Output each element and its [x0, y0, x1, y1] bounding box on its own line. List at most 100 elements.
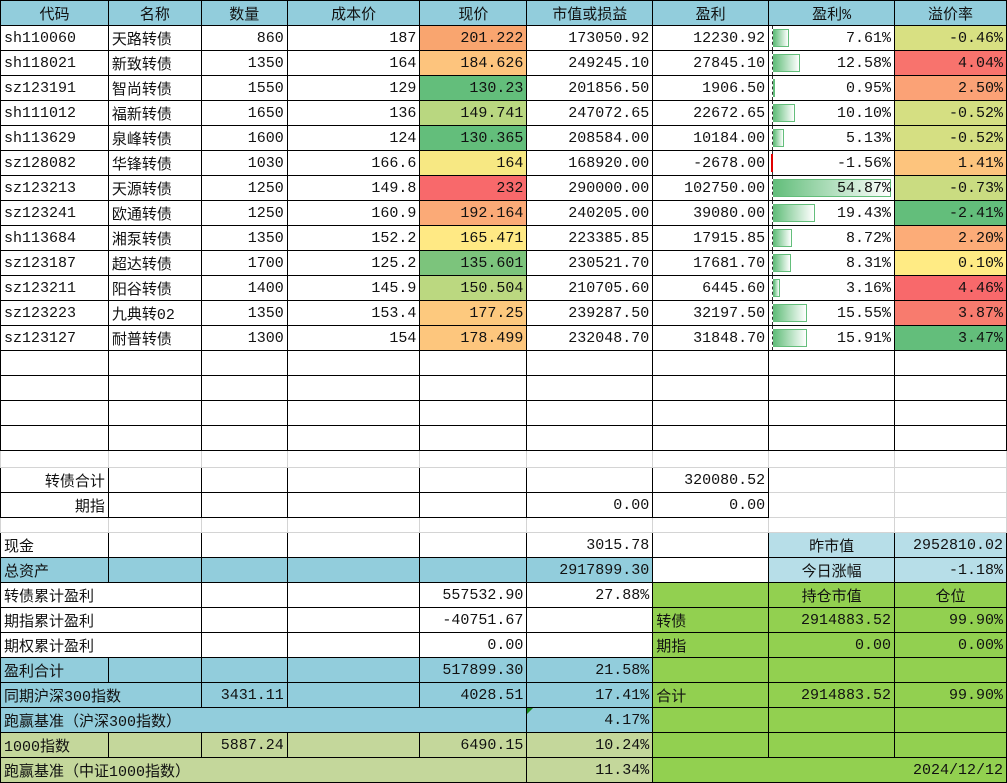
cost-price[interactable]: 129 [286, 75, 421, 101]
empty-cell[interactable] [652, 532, 770, 558]
column-header[interactable]: 数量 [200, 0, 288, 26]
current-price[interactable]: 164 [419, 150, 528, 176]
profit-pct[interactable]: 5.13% [768, 125, 896, 151]
premium-rate[interactable]: 0.10% [894, 250, 1007, 276]
total-assets-label[interactable]: 总资产 [0, 557, 109, 583]
current-price[interactable]: 201.222 [419, 25, 528, 51]
cost-price[interactable]: 154 [286, 325, 421, 351]
premium-rate[interactable]: -0.52% [894, 100, 1007, 126]
cell[interactable] [652, 657, 770, 683]
cell[interactable] [768, 657, 896, 683]
cell[interactable] [894, 707, 1007, 733]
empty-cell[interactable] [0, 450, 109, 468]
bond-code[interactable]: sz123223 [0, 300, 109, 326]
bond-code[interactable]: sz123213 [0, 175, 109, 201]
beat-csi1000-label[interactable]: 跑赢基准（中证1000指数） [0, 757, 528, 783]
empty-cell[interactable] [107, 350, 202, 376]
beat-hs300-label[interactable]: 跑赢基准（沪深300指数） [0, 707, 528, 733]
empty-cell[interactable] [107, 492, 202, 518]
empty-cell[interactable] [286, 450, 421, 468]
cost-price[interactable]: 166.6 [286, 150, 421, 176]
cost-price[interactable]: 187 [286, 25, 421, 51]
bond-name[interactable]: 天源转债 [107, 175, 202, 201]
market-value[interactable]: 290000.00 [526, 175, 654, 201]
cost-price[interactable]: 164 [286, 50, 421, 76]
bond-total-label[interactable]: 转债合计 [0, 467, 109, 493]
market-value[interactable]: 249245.10 [526, 50, 654, 76]
empty-cell[interactable] [652, 425, 770, 451]
market-value[interactable]: 168920.00 [526, 150, 654, 176]
premium-rate[interactable]: 4.04% [894, 50, 1007, 76]
empty-cell[interactable] [652, 350, 770, 376]
today-change[interactable]: -1.18% [894, 557, 1007, 583]
profit[interactable]: 10184.00 [652, 125, 770, 151]
report-date[interactable]: 2024/12/12 [652, 757, 1007, 783]
quantity[interactable]: 1700 [200, 250, 288, 276]
cell[interactable] [652, 582, 770, 608]
pos-bond-mv[interactable]: 2914883.52 [768, 607, 896, 633]
pos-futures-pct[interactable]: 0.00% [894, 632, 1007, 658]
futures-cum[interactable]: -40751.67 [419, 607, 528, 633]
premium-rate[interactable]: -0.73% [894, 175, 1007, 201]
bond-cum-label[interactable]: 转债累计盈利 [0, 582, 202, 608]
quantity[interactable]: 1250 [200, 175, 288, 201]
empty-cell[interactable] [894, 425, 1007, 451]
current-price[interactable]: 184.626 [419, 50, 528, 76]
quantity[interactable]: 1030 [200, 150, 288, 176]
cost-price[interactable]: 125.2 [286, 250, 421, 276]
market-value[interactable]: 239287.50 [526, 300, 654, 326]
empty-cell[interactable] [419, 532, 528, 558]
market-value[interactable]: 208584.00 [526, 125, 654, 151]
csi1000-now[interactable]: 6490.15 [419, 732, 528, 758]
empty-cell[interactable] [286, 532, 421, 558]
empty-cell[interactable] [286, 607, 421, 633]
empty-cell[interactable] [652, 517, 770, 533]
current-price[interactable]: 165.471 [419, 225, 528, 251]
cell[interactable] [107, 557, 202, 583]
column-header[interactable]: 代码 [0, 0, 109, 26]
prev-mv-label[interactable]: 昨市值 [768, 532, 896, 558]
pos-bond-pct[interactable]: 99.90% [894, 607, 1007, 633]
empty-cell[interactable] [107, 467, 202, 493]
profit[interactable]: 17681.70 [652, 250, 770, 276]
empty-cell[interactable] [526, 425, 654, 451]
bond-code[interactable]: sz123187 [0, 250, 109, 276]
bond-code[interactable]: sh118021 [0, 50, 109, 76]
profit[interactable]: 102750.00 [652, 175, 770, 201]
bond-name[interactable]: 阳谷转债 [107, 275, 202, 301]
empty-cell[interactable] [526, 607, 654, 633]
profit-pct[interactable]: 8.31% [768, 250, 896, 276]
cell[interactable] [200, 557, 288, 583]
cell[interactable] [200, 657, 288, 683]
premium-rate[interactable]: 2.20% [894, 225, 1007, 251]
empty-cell[interactable] [200, 532, 288, 558]
current-price[interactable]: 177.25 [419, 300, 528, 326]
empty-cell[interactable] [286, 492, 421, 518]
empty-cell[interactable] [200, 350, 288, 376]
futures-profit[interactable]: 0.00 [652, 492, 770, 518]
profit-pct[interactable]: 12.58% [768, 50, 896, 76]
profit[interactable]: 27845.10 [652, 50, 770, 76]
empty-cell[interactable] [894, 467, 1007, 493]
column-header[interactable]: 盈利% [768, 0, 896, 26]
cell[interactable] [107, 657, 202, 683]
empty-cell[interactable] [419, 492, 528, 518]
profit-pct[interactable]: 3.16% [768, 275, 896, 301]
futures-cum-label[interactable]: 期指累计盈利 [0, 607, 202, 633]
profit-pct[interactable]: 54.87% [768, 175, 896, 201]
bond-code[interactable]: sh113629 [0, 125, 109, 151]
empty-cell[interactable] [419, 400, 528, 426]
empty-cell[interactable] [768, 425, 896, 451]
empty-cell[interactable] [419, 425, 528, 451]
cost-price[interactable]: 149.8 [286, 175, 421, 201]
empty-cell[interactable] [894, 400, 1007, 426]
bond-name[interactable]: 欧通转债 [107, 200, 202, 226]
empty-cell[interactable] [652, 450, 770, 468]
empty-cell[interactable] [200, 375, 288, 401]
premium-rate[interactable]: -0.52% [894, 125, 1007, 151]
profit[interactable]: 12230.92 [652, 25, 770, 51]
empty-cell[interactable] [200, 400, 288, 426]
empty-cell[interactable] [286, 425, 421, 451]
empty-cell[interactable] [107, 450, 202, 468]
quantity[interactable]: 860 [200, 25, 288, 51]
